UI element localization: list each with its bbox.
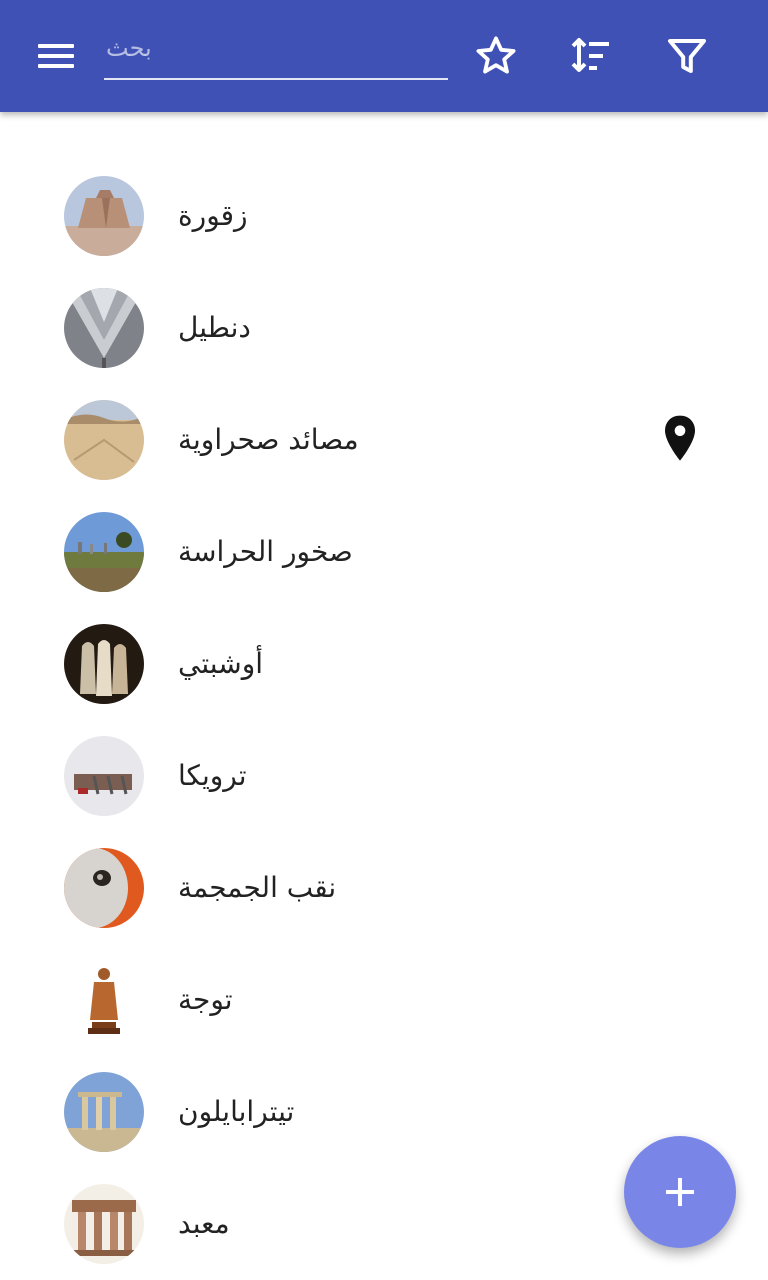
filter-button[interactable] [655,24,719,88]
search-input[interactable] [104,30,448,80]
add-button[interactable] [624,1136,736,1248]
sort-button[interactable] [559,24,623,88]
list-item[interactable]: نقب الجمجمة [0,832,768,944]
item-label: ترويكا [178,759,247,792]
item-label: زقورة [178,199,248,232]
menu-button[interactable] [22,28,90,84]
guard-stones-photo [64,512,144,592]
search-field[interactable]: بحث [104,30,448,82]
dentil-molding-photo [64,288,144,368]
item-label: معبد [178,1207,230,1240]
troika-photo [64,736,144,816]
article-list: زقورة دنطيل مصائد صحراوية صخور الحراسة أ… [0,160,768,1280]
ushabti-photo [64,624,144,704]
list-item[interactable]: أوشبتي [0,608,768,720]
tetrapylon-photo [64,1072,144,1152]
filter-icon [668,39,706,73]
list-item[interactable]: صخور الحراسة [0,496,768,608]
star-outline-icon [476,36,516,74]
desert-kite-photo [64,400,144,480]
ziggurat-photo [64,176,144,256]
hamburger-menu-icon [38,44,74,48]
item-label: دنطيل [178,311,251,344]
item-label: صخور الحراسة [178,535,353,568]
map-pin-icon[interactable] [660,414,700,464]
item-label: أوشبتي [178,647,263,680]
toga-statue-photo [64,960,144,1040]
list-item[interactable]: زقورة [0,160,768,272]
item-label: تيترابايلون [178,1095,295,1128]
list-item[interactable]: مصائد صحراوية [0,384,768,496]
list-item[interactable]: دنطيل [0,272,768,384]
hamburger-menu-icon-bar [38,54,74,58]
hamburger-menu-icon-bar [38,64,74,68]
app-bar: بحث [0,0,768,112]
favorites-button[interactable] [464,24,528,88]
item-label: توجة [178,983,233,1016]
temple-photo [64,1184,144,1264]
list-item[interactable]: توجة [0,944,768,1056]
trepanation-skull-photo [64,848,144,928]
list-item[interactable]: ترويكا [0,720,768,832]
item-label: مصائد صحراوية [178,423,359,456]
plus-icon-stroke [678,1178,682,1206]
item-label: نقب الجمجمة [178,871,337,904]
sort-icon [571,38,609,72]
